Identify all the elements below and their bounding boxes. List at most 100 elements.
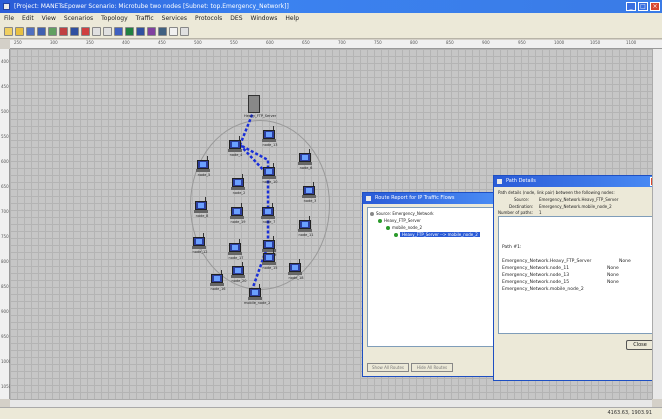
menu-windows[interactable]: Windows — [251, 13, 278, 24]
wizard-icon[interactable] — [147, 26, 156, 36]
menu-bar: File Edit View Scenarios Topology Traffi… — [0, 13, 662, 24]
node-4[interactable]: node_4 — [228, 136, 242, 157]
path-row-node: Emergency_Network.mobile_node_2 — [502, 287, 584, 292]
ruler-label: 650 — [1, 184, 9, 189]
node-3[interactable]: node_3 — [302, 182, 316, 203]
vertical-scrollbar[interactable] — [652, 49, 662, 399]
close-button[interactable]: × — [650, 2, 660, 11]
menu-scenarios[interactable]: Scenarios — [64, 13, 93, 24]
node-model-icon[interactable] — [70, 26, 79, 36]
status-bar: 4163.63, 1903.91 — [0, 407, 662, 419]
ruler-label: 450 — [1, 84, 9, 89]
menu-file[interactable]: File — [4, 13, 14, 24]
layout-icon[interactable] — [158, 26, 167, 36]
node-10[interactable]: node_10 — [262, 163, 277, 184]
node-11[interactable]: node_11 — [298, 216, 313, 237]
ruler-label: 850 — [446, 40, 454, 45]
ruler-label: 950 — [1, 334, 9, 339]
node-18[interactable]: node_18 — [288, 259, 303, 280]
ruler-label: 250 — [14, 40, 22, 45]
print-icon[interactable] — [37, 26, 46, 36]
node-5[interactable]: node_5 — [196, 156, 210, 177]
node-19[interactable]: node_19 — [230, 203, 245, 224]
mobile-node-2[interactable]: mobile_node_2 — [244, 284, 270, 305]
path-row-node: Emergency_Network.node_13 — [502, 273, 570, 278]
close-dialog-button[interactable]: Close — [626, 340, 654, 350]
node-label: Heavy_FTP_Server — [244, 114, 277, 118]
node-label: node_7 — [262, 220, 276, 224]
results-icon[interactable] — [125, 26, 134, 36]
graph-icon[interactable] — [136, 26, 145, 36]
menu-help[interactable]: Help — [285, 13, 299, 24]
tree-item-server[interactable]: Heavy_FTP_Server — [378, 218, 421, 223]
zoom-in-icon[interactable] — [92, 26, 101, 36]
tree-item-label: Source: Emergency_Network — [376, 211, 434, 216]
node-6[interactable]: node_6 — [298, 149, 312, 170]
minimize-button[interactable]: _ — [626, 2, 636, 11]
server-icon[interactable] — [248, 95, 260, 113]
ruler-label: 600 — [1, 159, 9, 164]
path-text-area[interactable]: Path #1: Emergency_Network.Heavy_FTP_Ser… — [498, 216, 656, 334]
zoom-out-icon[interactable] — [103, 26, 112, 36]
node-20[interactable]: node_20 — [231, 262, 246, 283]
menu-services[interactable]: Services — [162, 13, 187, 24]
path-row-link: None — [607, 273, 619, 278]
menu-edit[interactable]: Edit — [22, 13, 34, 24]
node-16[interactable]: node_16 — [210, 270, 225, 291]
node-12[interactable]: node_12 — [192, 233, 207, 254]
tree-item-source[interactable]: Source: Emergency_Network — [370, 211, 434, 216]
tree-item-mobile-node[interactable]: mobile_node_2 — [386, 225, 422, 230]
help-icon[interactable] — [180, 26, 189, 36]
num-paths-value: 1 — [539, 210, 542, 215]
object-palette-icon[interactable] — [48, 26, 57, 36]
node-label: node_3 — [303, 199, 317, 203]
node-13[interactable]: node_13 — [262, 126, 277, 147]
ruler-label: 600 — [266, 40, 274, 45]
node-label: node_15 — [262, 266, 278, 270]
save-icon[interactable] — [26, 26, 35, 36]
tree-item-label: Heavy_FTP_Server --> mobile_node_2 — [400, 232, 480, 237]
failure-icon[interactable] — [81, 26, 90, 36]
node-label: node_17 — [228, 256, 244, 260]
tree-item-label: Heavy_FTP_Server — [384, 218, 421, 223]
ruler-label: 400 — [1, 59, 9, 64]
node-label: node_11 — [298, 233, 314, 237]
route-report-dialog: Route Report for IP Traffic Flows Source… — [362, 192, 498, 377]
dialog-icon — [497, 179, 502, 184]
main-window: [Project: MANETsEpower Scenario: Microtu… — [0, 0, 662, 419]
tree-item-label: mobile_node_2 — [392, 225, 423, 230]
menu-protocols[interactable]: Protocols — [195, 13, 222, 24]
configure-traffic-icon[interactable] — [59, 26, 68, 36]
node-label: node_6 — [299, 166, 313, 170]
node-label: node_4 — [229, 153, 243, 157]
maximize-button[interactable]: □ — [638, 2, 648, 11]
top-ruler: 250 300 350 400 450 500 550 600 650 700 … — [10, 40, 662, 49]
node-label: node_8 — [195, 214, 209, 218]
node-7[interactable]: node_7 — [261, 203, 275, 224]
route-report-title: Route Report for IP Traffic Flows — [375, 195, 455, 201]
node-label: node_2 — [232, 191, 246, 195]
app-icon — [3, 3, 10, 10]
menu-des[interactable]: DES — [230, 13, 242, 24]
node-label: node_18 — [288, 276, 304, 280]
node-2[interactable]: node_2 — [231, 174, 245, 195]
ruler-label: 1050 — [590, 40, 601, 45]
ruler-label: 800 — [410, 40, 418, 45]
dialog-icon — [366, 196, 371, 201]
ruler-label: 500 — [194, 40, 202, 45]
menu-topology[interactable]: Topology — [101, 13, 128, 24]
open-icon[interactable] — [15, 26, 24, 36]
new-project-icon[interactable] — [4, 26, 13, 36]
coordinate-readout: 4163.63, 1903.91 — [607, 410, 652, 416]
hide-all-routes-button[interactable]: Hide All Routes — [411, 363, 453, 372]
horizontal-scrollbar[interactable] — [10, 399, 652, 407]
node-15[interactable]: node_15 — [262, 249, 277, 270]
show-all-routes-button[interactable]: Show All Routes — [367, 363, 409, 372]
menu-view[interactable]: View — [42, 13, 56, 24]
window-icon[interactable] — [169, 26, 178, 36]
configure-simulation-icon[interactable] — [114, 26, 123, 36]
tree-item-flow[interactable]: Heavy_FTP_Server --> mobile_node_2 — [394, 232, 480, 237]
menu-traffic[interactable]: Traffic — [136, 13, 154, 24]
node-17[interactable]: node_17 — [228, 239, 243, 260]
node-8[interactable]: node_8 — [194, 197, 208, 218]
